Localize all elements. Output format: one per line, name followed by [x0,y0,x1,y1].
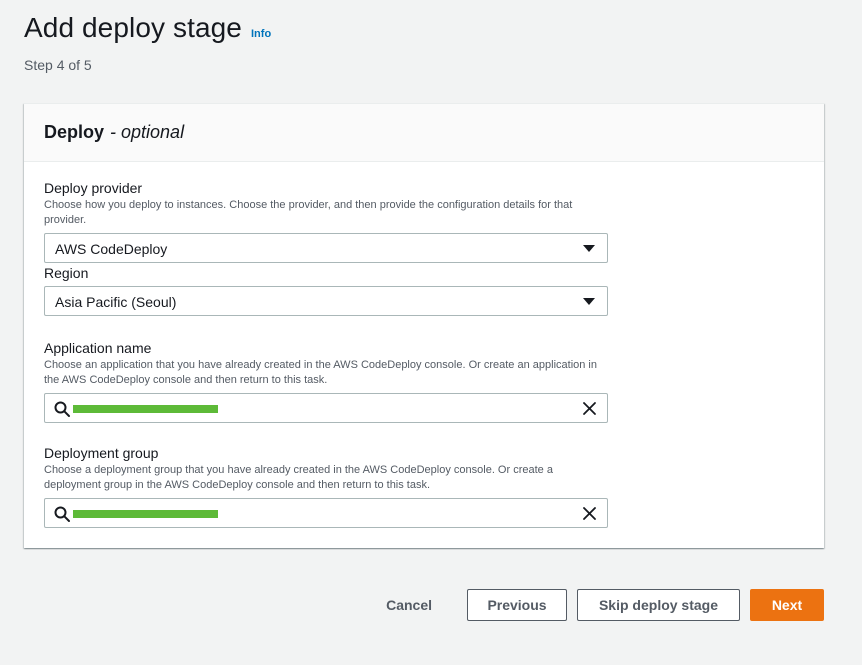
region-select[interactable]: Asia Pacific (Seoul) [44,286,608,316]
info-link[interactable]: Info [251,28,271,40]
application-name-label: Application name [44,340,152,356]
deploy-provider-description: Choose how you deploy to instances. Choo… [44,199,573,226]
panel-header: Deploy - optional [24,104,824,162]
deployment-group-description: Choose a deployment group that you have … [44,464,553,491]
next-button[interactable]: Next [750,589,824,621]
deploy-provider-value: AWS CodeDeploy [55,241,168,257]
deployment-group-label: Deployment group [44,445,159,461]
search-icon [54,506,70,522]
cancel-button[interactable]: Cancel [374,589,444,621]
region-label: Region [44,265,89,281]
caret-down-icon [583,245,595,252]
wizard-actions: Cancel Previous Skip deploy stage Next [374,589,824,621]
deployment-group-field: Deployment group Choose a deployment gro… [44,445,608,528]
clear-icon[interactable] [582,506,597,521]
region-field: Region Asia Pacific (Seoul) [44,265,608,316]
application-name-description: Choose an application that you have alre… [44,359,597,386]
step-indicator: Step 4 of 5 [24,57,92,73]
previous-button[interactable]: Previous [467,589,567,621]
page-header: Add deploy stage Info Step 4 of 5 [24,12,271,73]
panel-optional-label: - optional [110,122,185,142]
redacted-value [73,405,218,413]
deployment-group-input[interactable] [44,498,608,528]
panel-title: Deploy [44,122,105,142]
deploy-provider-label: Deploy provider [44,180,143,196]
deploy-provider-field: Deploy provider Choose how you deploy to… [44,180,608,263]
clear-icon[interactable] [582,401,597,416]
skip-deploy-stage-button[interactable]: Skip deploy stage [577,589,740,621]
page-title: Add deploy stage [24,12,242,43]
title-row: Add deploy stage Info [24,12,271,44]
application-name-input[interactable] [44,393,608,423]
search-icon [54,401,70,417]
redacted-value [73,510,218,518]
deploy-provider-select[interactable]: AWS CodeDeploy [44,233,608,263]
application-name-field: Application name Choose an application t… [44,340,608,423]
region-value: Asia Pacific (Seoul) [55,294,177,310]
caret-down-icon [583,298,595,305]
deploy-panel: Deploy - optional Deploy provider Choose… [24,103,824,548]
